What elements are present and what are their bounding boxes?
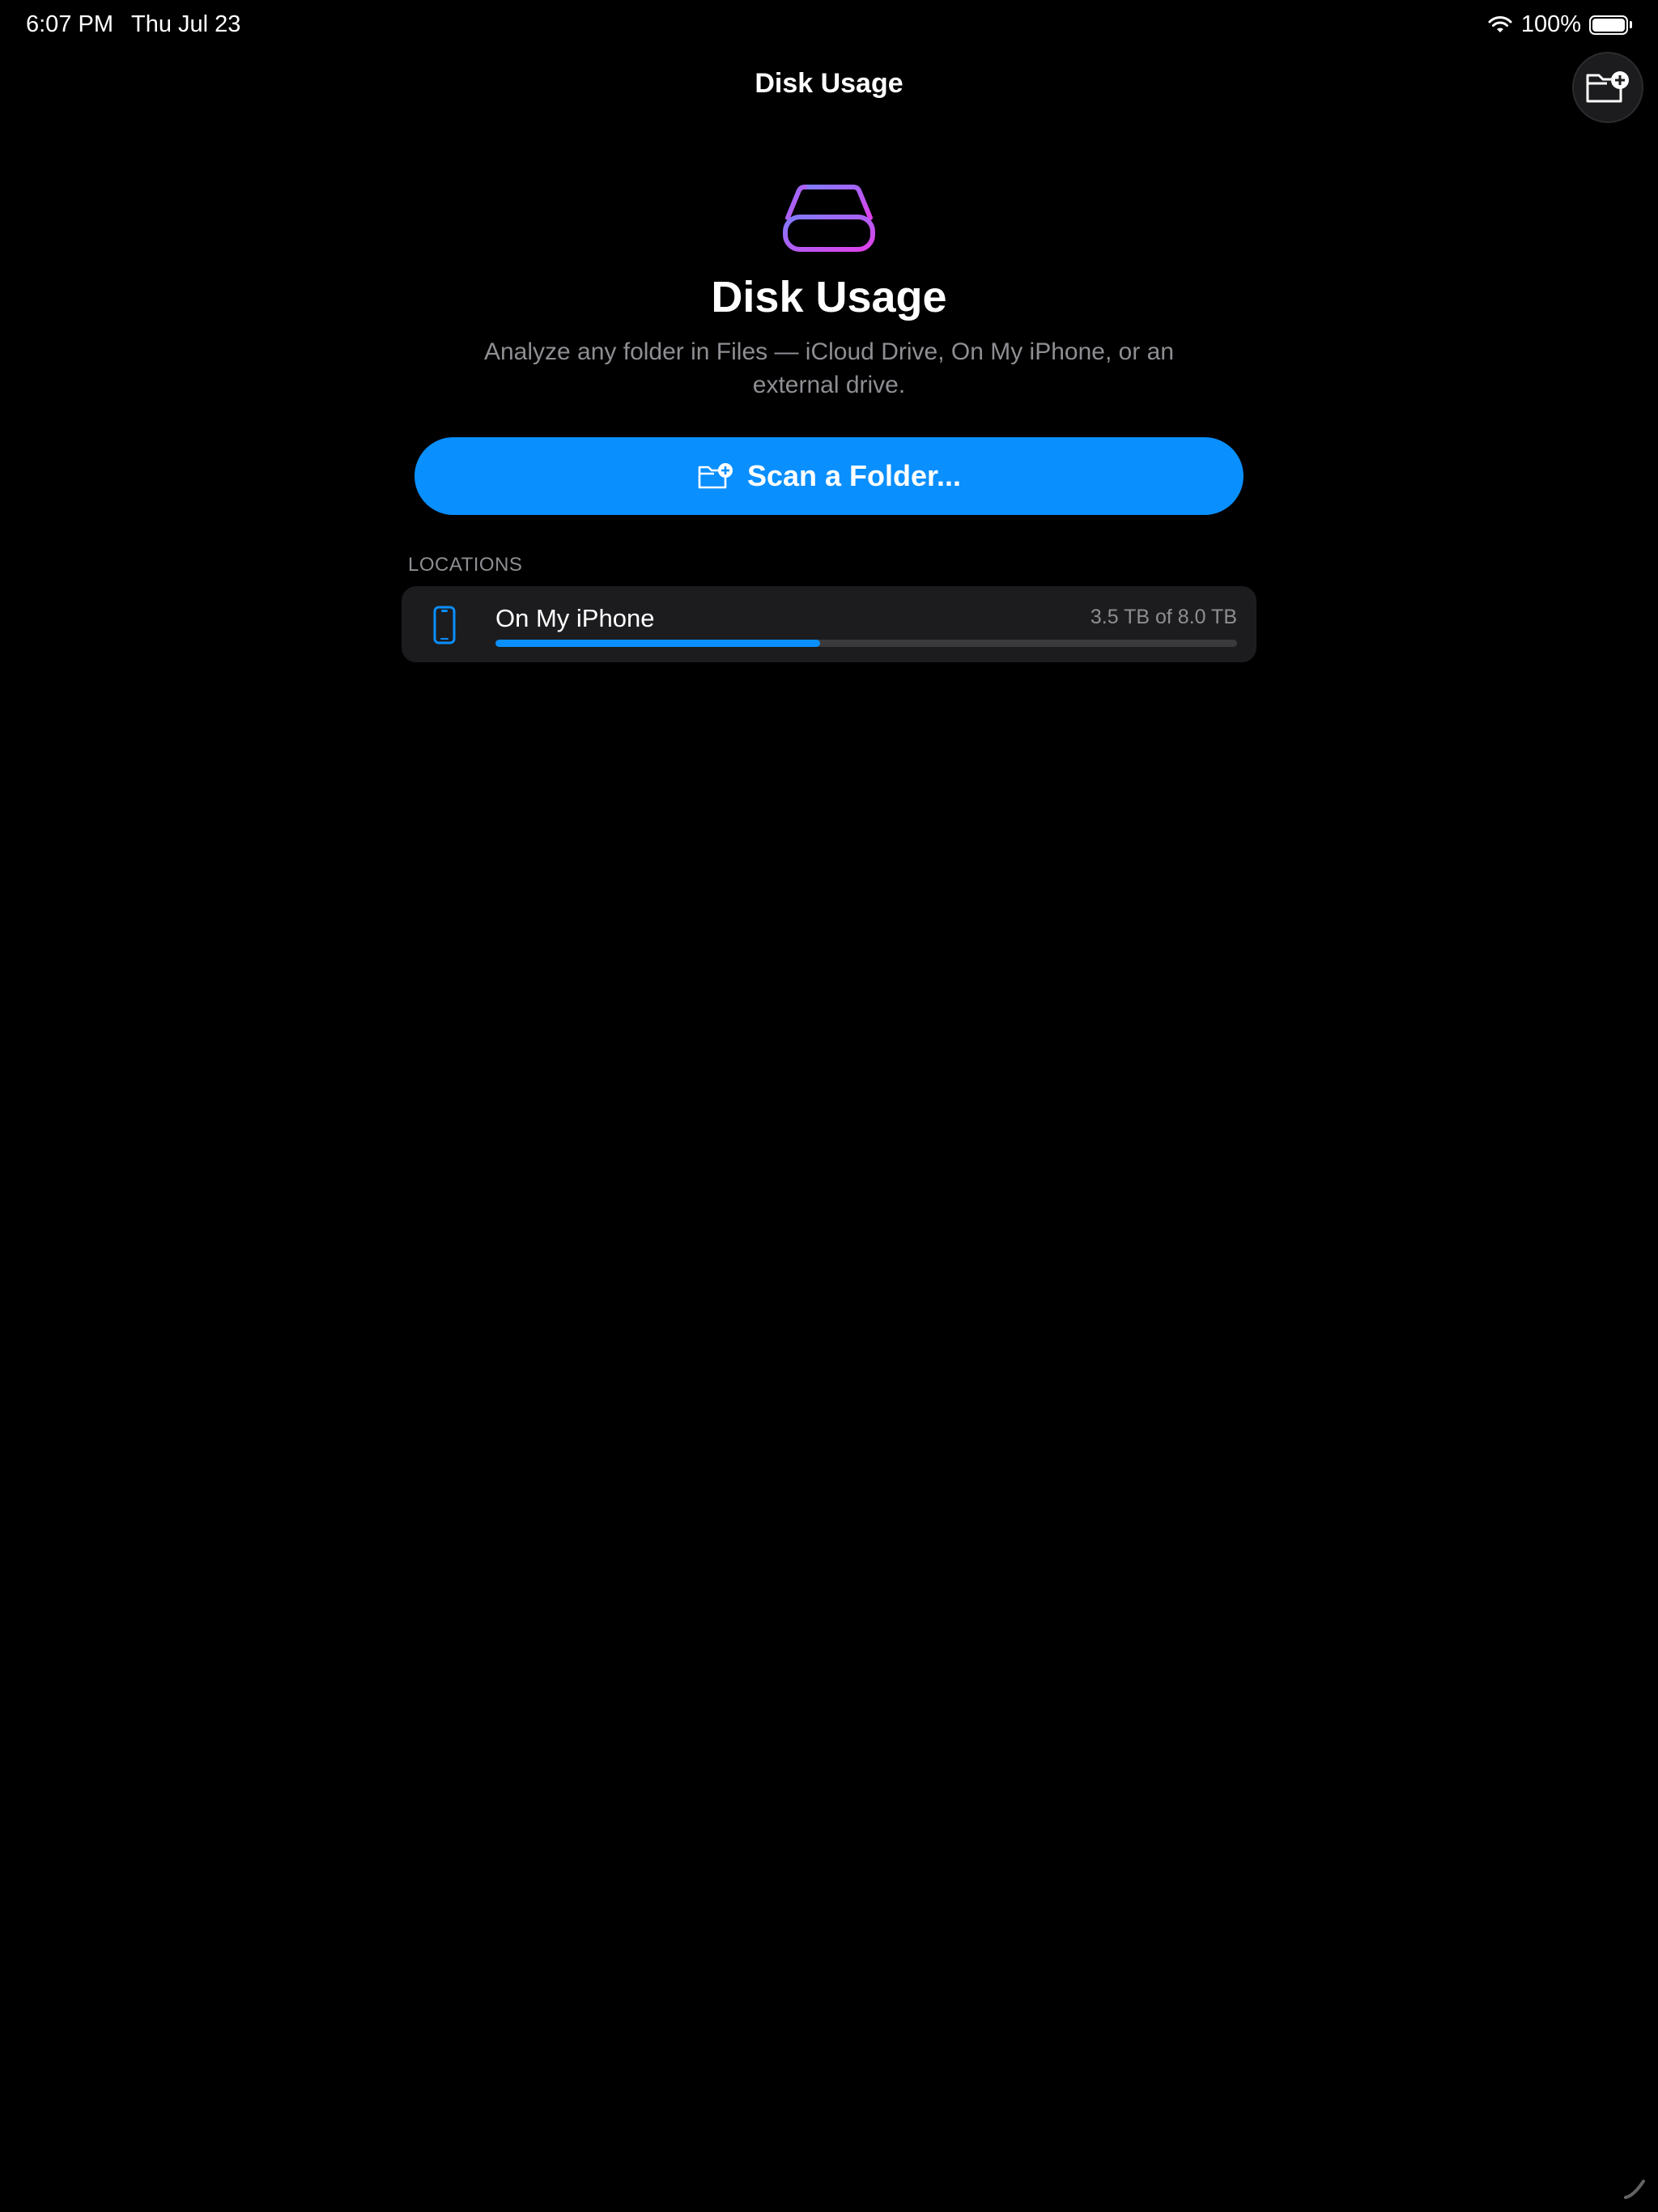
pencil-hover-icon xyxy=(1624,2180,1645,2199)
status-bar-right: 100% xyxy=(1487,11,1632,38)
folder-badge-plus-icon xyxy=(1586,71,1629,103)
locations-header: LOCATIONS xyxy=(408,554,523,576)
internaldrive-icon xyxy=(783,185,875,252)
nav-title: Disk Usage xyxy=(755,68,903,99)
status-date: Thu Jul 23 xyxy=(131,11,241,37)
location-name: On My iPhone xyxy=(495,604,655,632)
battery-level xyxy=(1592,18,1625,32)
battery-icon xyxy=(1589,15,1632,35)
add-folder-button[interactable] xyxy=(1572,52,1643,123)
usage-progress-bar xyxy=(495,640,1237,647)
status-bar-left: 6:07 PM Thu Jul 23 xyxy=(26,11,240,38)
hero-title: Disk Usage xyxy=(711,273,947,321)
wifi-icon xyxy=(1488,15,1512,32)
hero-subtitle: Analyze any folder in Files — iCloud Dri… xyxy=(483,338,1175,398)
scan-folder-button[interactable]: Scan a Folder... xyxy=(414,437,1244,515)
folder-badge-plus-icon xyxy=(698,463,733,489)
scan-folder-label: Scan a Folder... xyxy=(746,459,962,492)
location-item-on-my-iphone[interactable]: On My iPhone 3.5 TB of 8.0 TB xyxy=(402,586,1256,662)
usage-progress-fill xyxy=(495,640,820,647)
location-usage-text: 3.5 TB of 8.0 TB xyxy=(1090,606,1237,628)
battery-percent: 100% xyxy=(1520,11,1581,37)
status-time: 6:07 PM xyxy=(26,11,113,37)
iphone-icon xyxy=(433,606,456,644)
